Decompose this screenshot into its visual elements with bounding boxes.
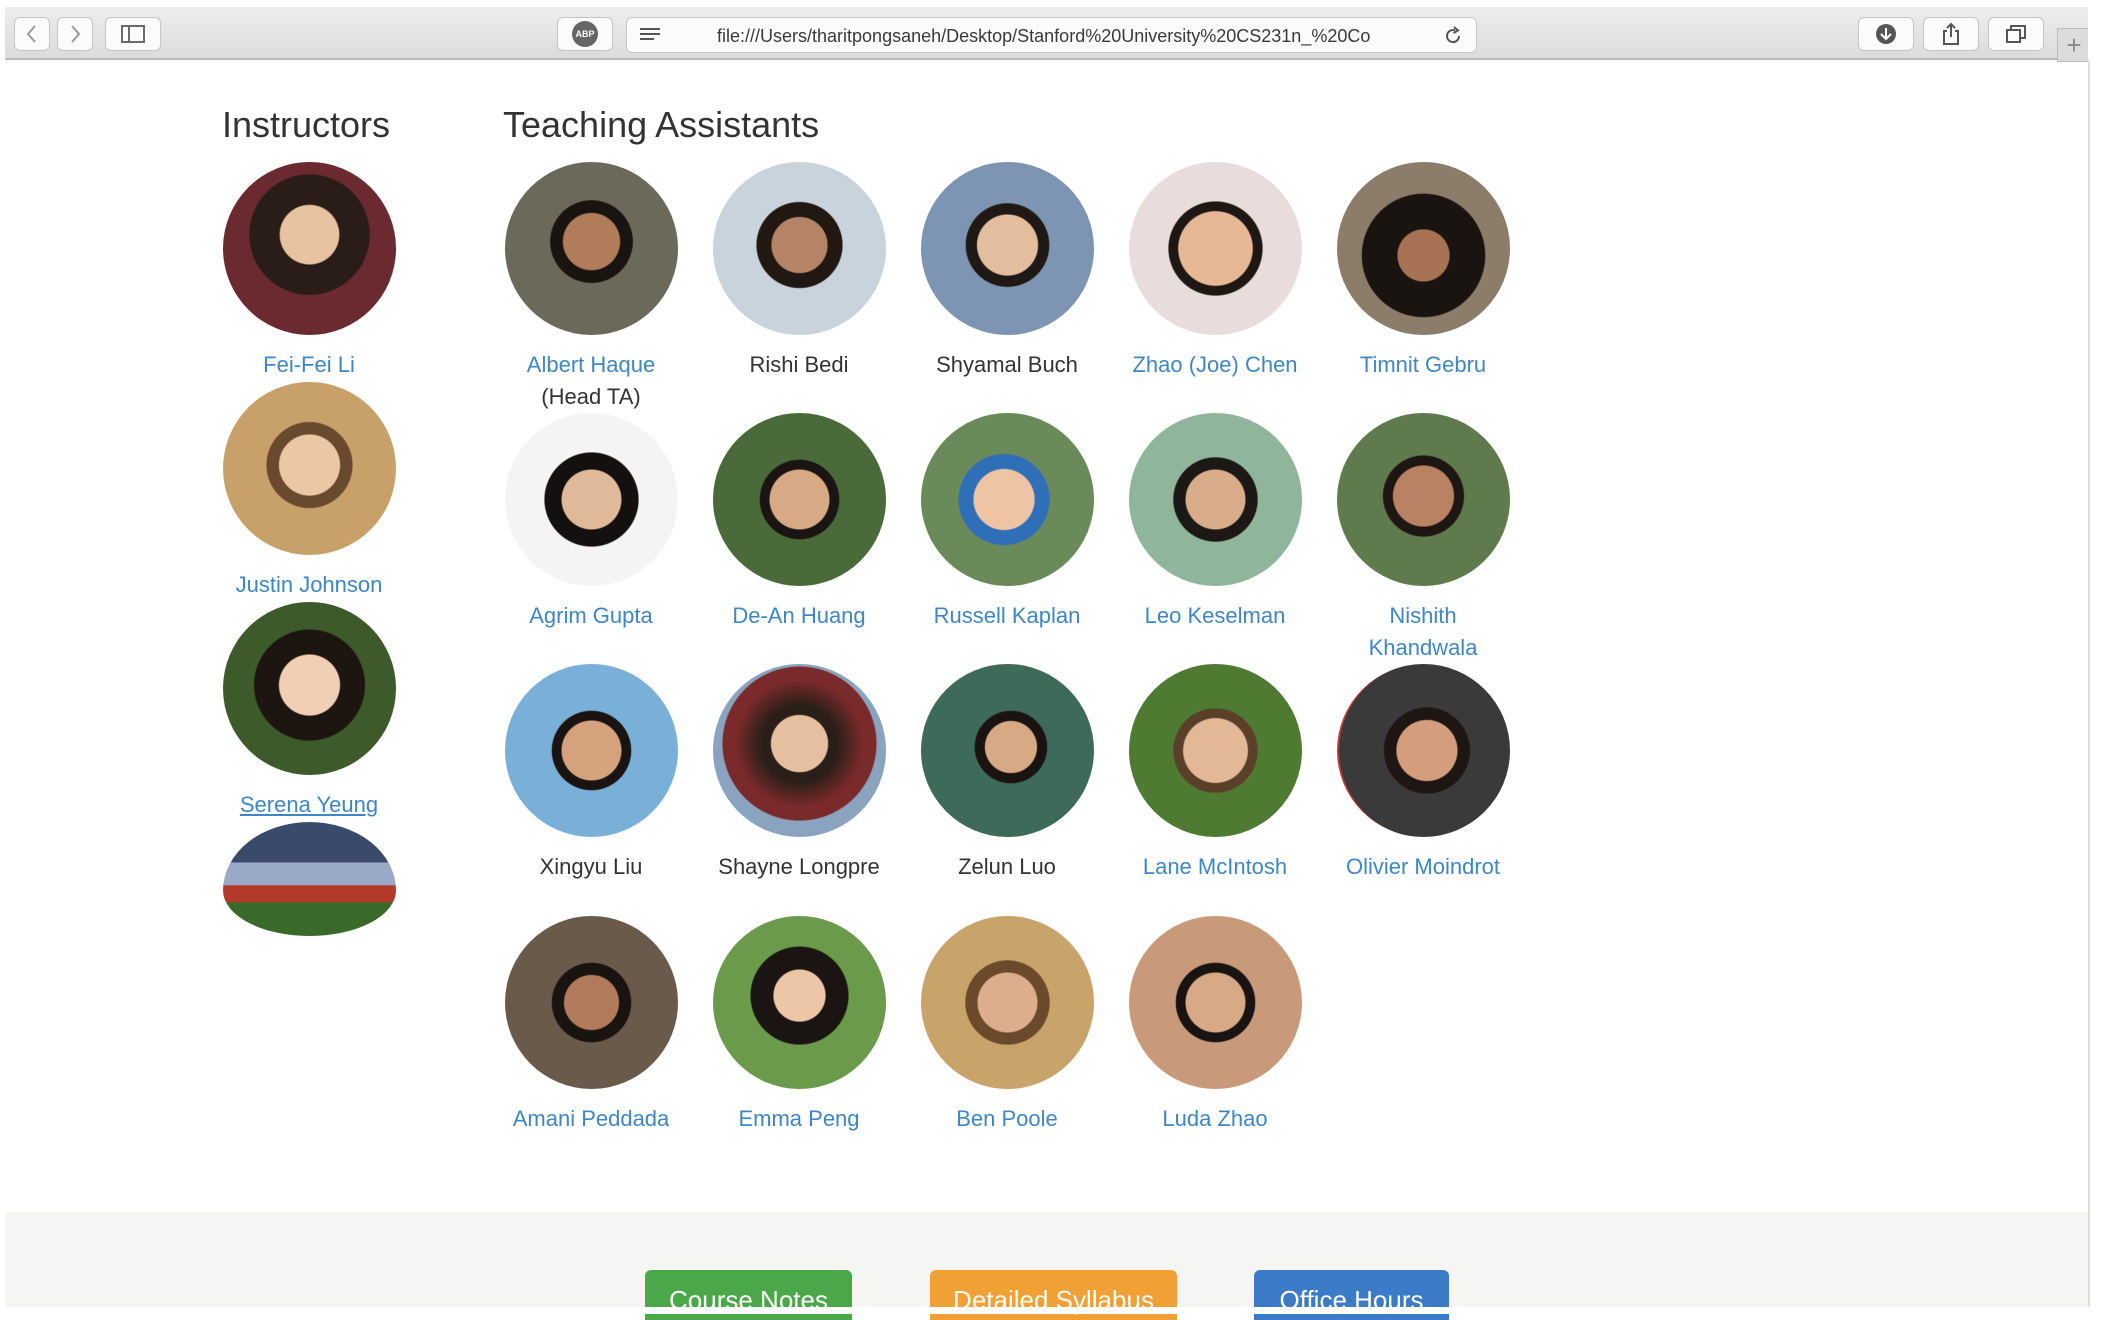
ta-card: Russell Kaplan: [903, 413, 1111, 632]
downloads-button[interactable]: [1858, 17, 1914, 51]
instructor-name-link[interactable]: Fei-Fei Li: [205, 349, 413, 381]
ta-card: Emma Peng: [695, 916, 903, 1135]
ta-photo[interactable]: [1336, 413, 1510, 586]
ta-photo[interactable]: [712, 413, 886, 586]
ta-card: Lane McIntosh: [1111, 664, 1319, 883]
ta-card: Timnit Gebru: [1319, 162, 1527, 381]
ta-card: De-An Huang: [695, 413, 903, 632]
ta-card: Xingyu Liu: [487, 664, 695, 883]
ta-card: Olivier Moindrot: [1319, 664, 1527, 883]
browser-toolbar: ABP file:///Users/tharitpongsaneh/Deskto…: [5, 7, 2088, 60]
tas-heading: Teaching Assistants: [503, 104, 820, 145]
chevron-right-icon: [71, 25, 81, 43]
ta-name-link[interactable]: Russell Kaplan: [903, 600, 1111, 632]
instructor-name-link[interactable]: Serena Yeung: [205, 789, 413, 821]
adblock-icon: ABP: [572, 21, 598, 47]
ta-name-link[interactable]: Olivier Moindrot: [1319, 851, 1527, 883]
ta-name-link[interactable]: Luda Zhao: [1111, 1103, 1319, 1135]
ta-name: Zelun Luo: [958, 854, 1056, 879]
reload-icon[interactable]: [1443, 26, 1463, 46]
ta-photo[interactable]: [712, 162, 886, 335]
instructor-photo[interactable]: [222, 162, 396, 335]
ta-photo[interactable]: [504, 413, 678, 586]
ta-photo[interactable]: [920, 916, 1094, 1089]
ta-name-link[interactable]: Albert Haque: [487, 349, 695, 381]
chevron-left-icon: [26, 25, 36, 43]
ta-name: Rishi Bedi: [749, 352, 849, 377]
ta-photo[interactable]: [920, 664, 1094, 837]
group-photo[interactable]: [222, 822, 396, 936]
ta-name-link[interactable]: Nishith Khandwala: [1353, 600, 1493, 664]
ta-name-link[interactable]: De-An Huang: [695, 600, 903, 632]
ta-name-link[interactable]: Emma Peng: [695, 1103, 903, 1135]
instructor-name-link[interactable]: Justin Johnson: [205, 569, 413, 601]
ta-name: Xingyu Liu: [539, 854, 643, 879]
adblock-label: ABP: [575, 29, 595, 39]
ta-card: Shayne Longpre: [695, 664, 903, 883]
download-icon: [1876, 24, 1896, 44]
ta-card: Zhao (Joe) Chen: [1111, 162, 1319, 381]
forward-button[interactable]: [57, 17, 93, 51]
ta-card: Albert Haque (Head TA): [487, 162, 695, 413]
plus-icon: +: [2066, 29, 2082, 60]
window-edge-line: [2088, 60, 2090, 1314]
instructor-photo[interactable]: [222, 382, 396, 555]
ta-name: Shayne Longpre: [718, 854, 880, 879]
ta-photo[interactable]: [504, 916, 678, 1089]
url-text: file:///Users/tharitpongsaneh/Desktop/St…: [717, 26, 1371, 46]
ta-name-link[interactable]: Lane McIntosh: [1111, 851, 1319, 883]
sidebar-icon: [121, 25, 145, 43]
ta-card: Ben Poole: [903, 916, 1111, 1135]
ta-name-link[interactable]: Leo Keselman: [1111, 600, 1319, 632]
ta-photo[interactable]: [1128, 413, 1302, 586]
ta-name-link[interactable]: Amani Peddada: [487, 1103, 695, 1135]
bottom-edge: [0, 1307, 2104, 1314]
ta-card: Zelun Luo: [903, 664, 1111, 883]
ta-photo[interactable]: [712, 664, 886, 837]
new-tab-button[interactable]: +: [2057, 28, 2091, 62]
back-button[interactable]: [14, 17, 50, 51]
ta-name: Shyamal Buch: [936, 352, 1078, 377]
tabs-icon: [2006, 25, 2026, 43]
ta-card: Amani Peddada: [487, 916, 695, 1135]
ta-card: Shyamal Buch: [903, 162, 1111, 381]
ta-photo[interactable]: [1128, 162, 1302, 335]
address-bar[interactable]: file:///Users/tharitpongsaneh/Desktop/St…: [626, 17, 1477, 53]
ta-name-link[interactable]: Ben Poole: [903, 1103, 1111, 1135]
share-button[interactable]: [1923, 17, 1979, 51]
ta-name-link[interactable]: Timnit Gebru: [1319, 349, 1527, 381]
tabs-button[interactable]: [1988, 17, 2044, 51]
ta-card: Leo Keselman: [1111, 413, 1319, 632]
instructor-card: [205, 822, 413, 936]
ta-photo[interactable]: [504, 664, 678, 837]
ta-photo[interactable]: [1336, 664, 1510, 837]
ta-photo[interactable]: [1336, 162, 1510, 335]
reader-icon[interactable]: [639, 27, 661, 43]
adblock-button[interactable]: ABP: [557, 17, 613, 51]
instructor-photo[interactable]: [222, 602, 396, 775]
window-edge: [2088, 0, 2104, 1314]
ta-card: Rishi Bedi: [695, 162, 903, 381]
ta-photo[interactable]: [1128, 916, 1302, 1089]
ta-photo[interactable]: [920, 413, 1094, 586]
ta-photo[interactable]: [504, 162, 678, 335]
instructor-card: Fei-Fei Li: [205, 162, 413, 381]
ta-photo[interactable]: [920, 162, 1094, 335]
ta-name-link[interactable]: Zhao (Joe) Chen: [1111, 349, 1319, 381]
ta-name-link[interactable]: Agrim Gupta: [487, 600, 695, 632]
ta-card: Agrim Gupta: [487, 413, 695, 632]
share-icon: [1943, 22, 1959, 45]
instructor-card: Serena Yeung: [205, 602, 413, 821]
sidebar-button[interactable]: [105, 17, 161, 51]
ta-photo[interactable]: [1128, 664, 1302, 837]
ta-role: (Head TA): [541, 384, 641, 409]
ta-card: Luda Zhao: [1111, 916, 1319, 1135]
instructor-card: Justin Johnson: [205, 382, 413, 601]
ta-photo[interactable]: [712, 916, 886, 1089]
ta-card: Nishith Khandwala: [1319, 413, 1527, 664]
instructors-heading: Instructors: [222, 104, 391, 145]
